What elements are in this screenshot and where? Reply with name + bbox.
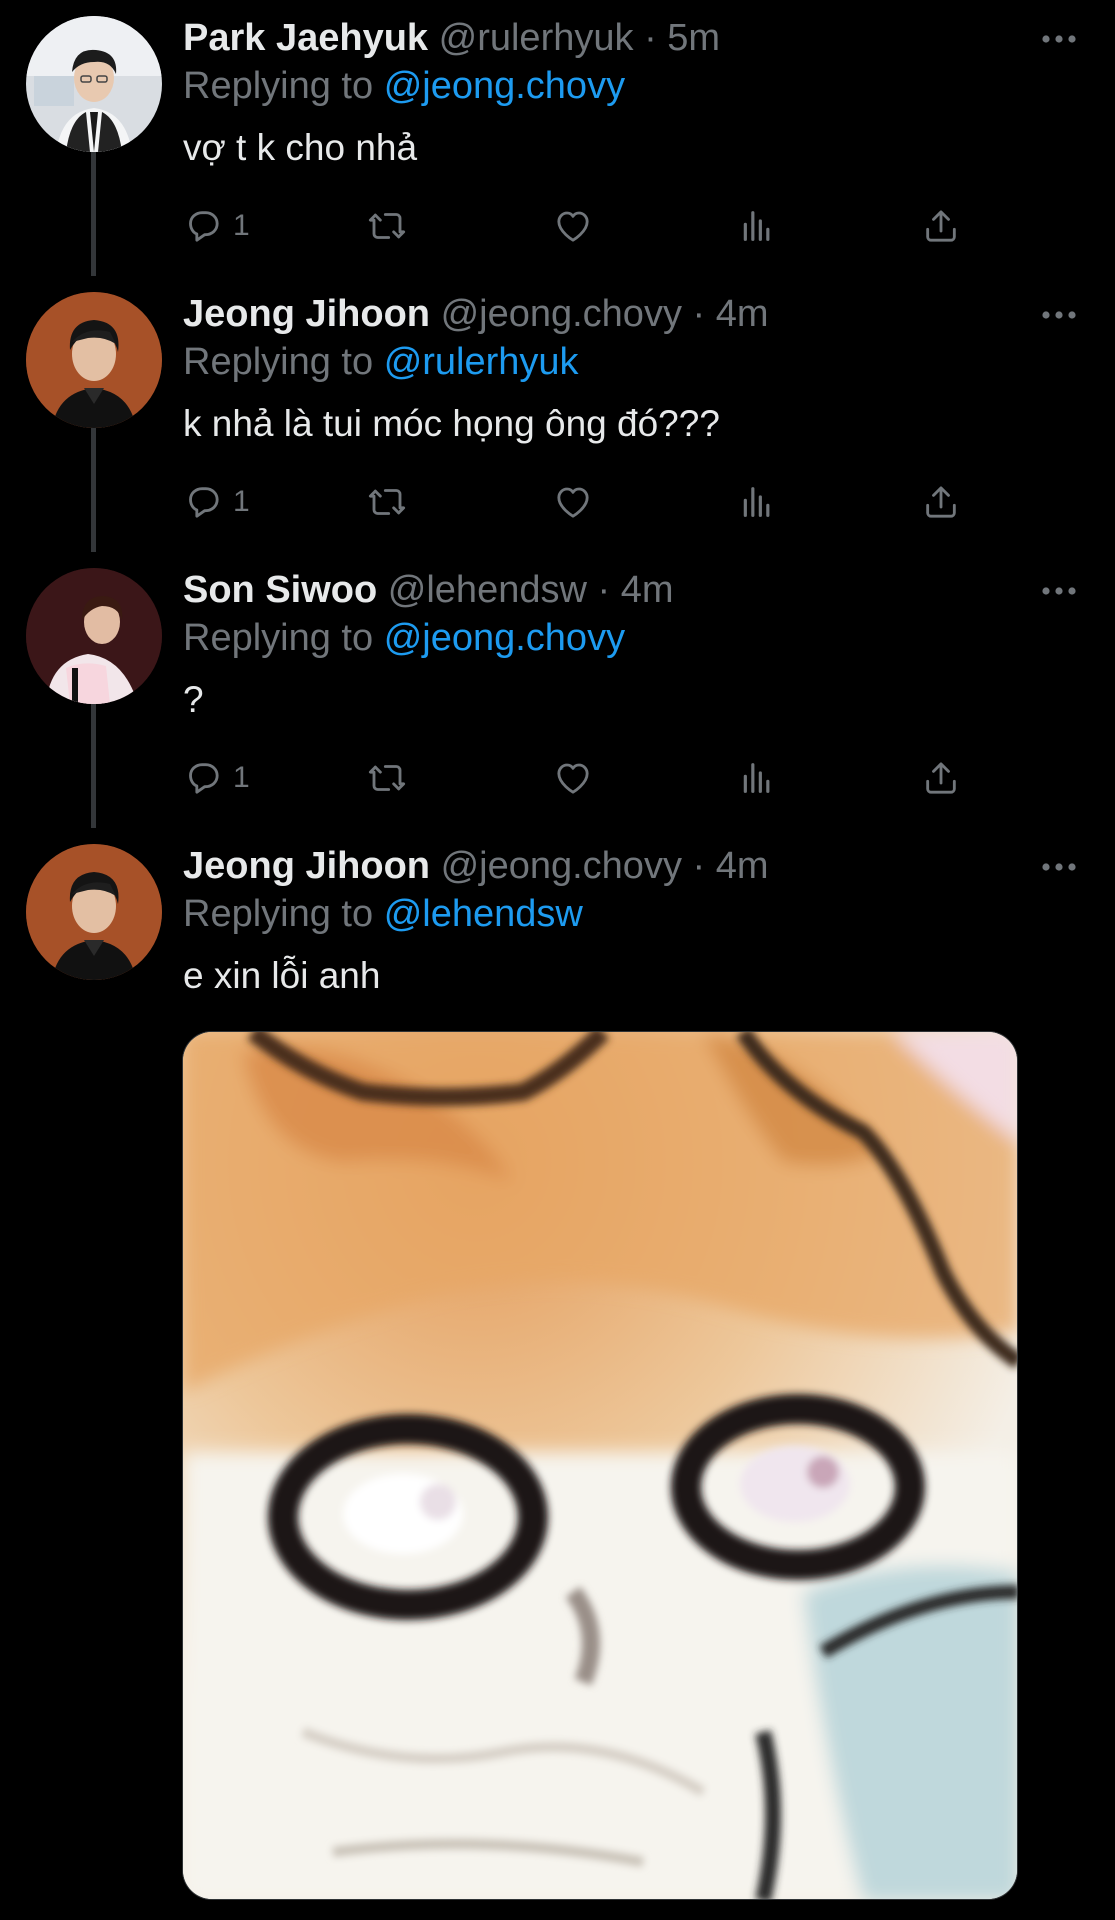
mention-link[interactable]: @jeong.chovy [384,65,625,107]
like-button[interactable] [553,198,593,254]
author-handle[interactable]: @jeong.chovy [441,845,682,887]
retweet-icon [367,206,407,246]
analytics-icon [737,206,777,246]
replying-to: Replying to @jeong.chovy [183,62,625,110]
analytics-icon [737,758,777,798]
more-icon[interactable] [1039,26,1079,52]
tweet-header: Jeong Jihoon @jeong.chovy · 4m [183,290,769,338]
replying-to: Replying to @jeong.chovy [183,614,625,662]
author-handle[interactable]: @lehendsw [388,569,587,611]
share-icon [921,758,961,798]
heart-icon [553,482,593,522]
share-icon [921,206,961,246]
like-button[interactable] [553,750,593,806]
tweet-header: Son Siwoo @lehendsw · 4m [183,566,673,614]
tweet-header: Jeong Jihoon @jeong.chovy · 4m [183,842,769,890]
reply-count: 1 [233,209,250,242]
tweet-text: k nhả là tui móc họng ông đó??? [183,403,720,444]
author-name[interactable]: Park Jaehyuk [183,17,428,59]
action-bar: 1 [183,474,1013,530]
reply-button[interactable]: 1 [183,474,250,530]
more-icon[interactable] [1039,854,1079,880]
reply-icon [183,482,223,522]
avatar-jeong-jihoon[interactable] [26,844,162,980]
reply-button[interactable]: 1 [183,750,250,806]
mention-link[interactable]: @rulerhyuk [384,341,579,383]
author-handle[interactable]: @jeong.chovy [441,293,682,335]
heart-icon [553,206,593,246]
tweet-text: vợ t k cho nhả [183,127,418,168]
replying-prefix: Replying to [183,341,374,383]
replying-to: Replying to @lehendsw [183,890,583,938]
tweet-1[interactable]: Park Jaehyuk @rulerhyuk · 5m Replying to… [0,0,1115,276]
reply-count: 1 [233,485,250,518]
share-button[interactable] [921,750,961,806]
analytics-icon [737,482,777,522]
reply-icon [183,758,223,798]
views-button[interactable] [737,750,777,806]
tweet-header: Park Jaehyuk @rulerhyuk · 5m [183,14,720,62]
author-name[interactable]: Jeong Jihoon [183,845,430,887]
retweet-icon [367,482,407,522]
more-icon[interactable] [1039,578,1079,604]
action-bar: 1 [183,198,1013,254]
mention-link[interactable]: @jeong.chovy [384,617,625,659]
share-icon [921,482,961,522]
author-name[interactable]: Son Siwoo [183,569,377,611]
retweet-icon [367,758,407,798]
tweet-text: ? [183,679,204,720]
timestamp[interactable]: · 5m [644,17,720,59]
views-button[interactable] [737,474,777,530]
retweet-button[interactable] [367,198,407,254]
reply-thread: Park Jaehyuk @rulerhyuk · 5m Replying to… [0,0,1115,1920]
reply-button[interactable]: 1 [183,198,250,254]
tweet-2[interactable]: Jeong Jihoon @jeong.chovy · 4m Replying … [0,276,1115,552]
avatar-jeong-jihoon[interactable] [26,292,162,428]
avatar-park-jaehyuk[interactable] [26,16,162,152]
retweet-button[interactable] [367,750,407,806]
author-name[interactable]: Jeong Jihoon [183,293,430,335]
like-button[interactable] [553,474,593,530]
timestamp[interactable]: · 4m [693,293,769,335]
timestamp[interactable]: · 4m [597,569,673,611]
replying-to: Replying to @rulerhyuk [183,338,579,386]
replying-prefix: Replying to [183,65,374,107]
replying-prefix: Replying to [183,617,374,659]
timestamp[interactable]: · 4m [693,845,769,887]
views-button[interactable] [737,198,777,254]
avatar-son-siwoo[interactable] [26,568,162,704]
reply-count: 1 [233,761,250,794]
tweet-media-image[interactable] [182,1031,1018,1900]
heart-icon [553,758,593,798]
thread-connector [91,428,96,552]
thread-connector [91,704,96,828]
reply-icon [183,206,223,246]
replying-prefix: Replying to [183,893,374,935]
tweet-3[interactable]: Son Siwoo @lehendsw · 4m Replying to @je… [0,552,1115,828]
share-button[interactable] [921,198,961,254]
more-icon[interactable] [1039,302,1079,328]
share-button[interactable] [921,474,961,530]
tweet-text: e xin lỗi anh [183,955,381,996]
author-handle[interactable]: @rulerhyuk [439,17,634,59]
action-bar: 1 [183,750,1013,806]
mention-link[interactable]: @lehendsw [384,893,583,935]
retweet-button[interactable] [367,474,407,530]
thread-connector [91,152,96,276]
